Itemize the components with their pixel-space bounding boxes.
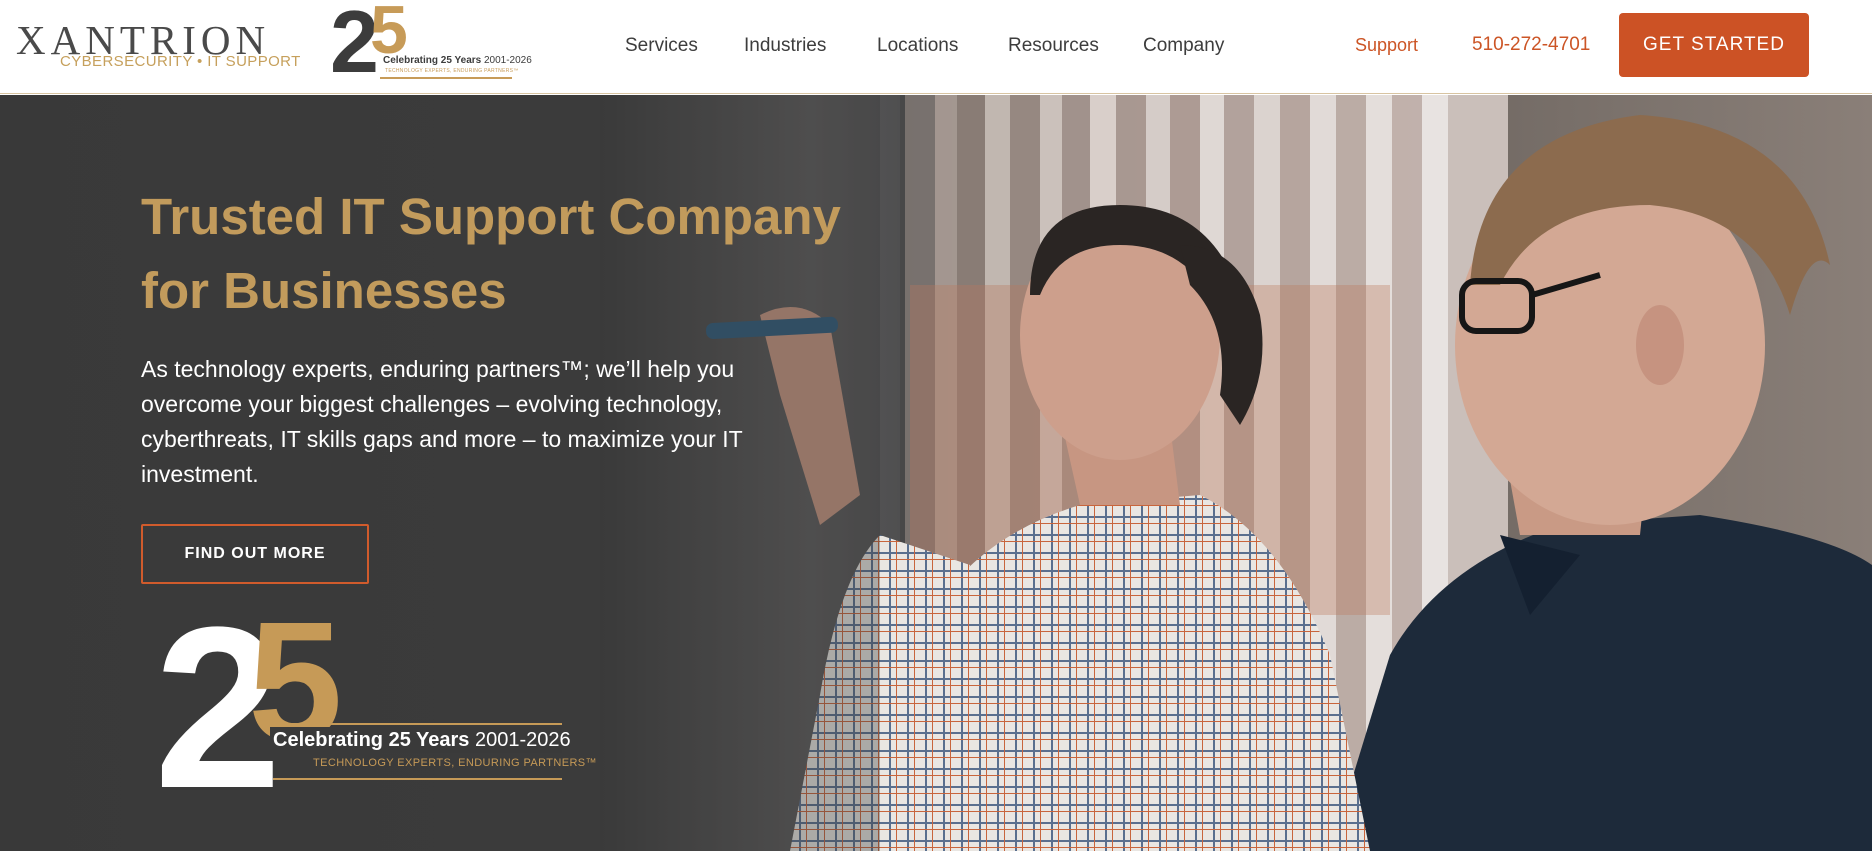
- find-out-more-button[interactable]: FIND OUT MORE: [141, 524, 369, 584]
- nav-company[interactable]: Company: [1143, 34, 1224, 58]
- anniversary-celebrating-text: Celebrating 25 Years 2001-2026: [381, 55, 532, 66]
- anniversary-rule-top: [273, 723, 562, 725]
- hero-section: Trusted IT Support Company for Businesse…: [0, 95, 1872, 851]
- anniversary-celebrating: Celebrating 25 Years: [383, 55, 482, 66]
- nav-industries[interactable]: Industries: [744, 34, 826, 58]
- anniversary-years: 2001-2026: [483, 55, 532, 66]
- site-header: XANTRION CYBERSECURITY • IT SUPPORT 2 5 …: [0, 0, 1872, 94]
- brand-tagline: CYBERSECURITY • IT SUPPORT: [60, 53, 301, 70]
- xantrion-logo[interactable]: XANTRION CYBERSECURITY • IT SUPPORT: [16, 18, 300, 74]
- hero-description: As technology experts, enduring partners…: [141, 356, 743, 487]
- anniversary-rule: [380, 77, 512, 79]
- support-link[interactable]: Support: [1355, 33, 1418, 57]
- anniversary-logo-large: 2 5 Celebrating 25 Years 2001-2026 TECHN…: [154, 593, 597, 823]
- nav-locations[interactable]: Locations: [877, 34, 958, 58]
- anniversary-tagline: TECHNOLOGY EXPERTS, ENDURING PARTNERS™: [385, 68, 519, 74]
- anniversary-rule-bottom: [273, 778, 562, 780]
- anniversary-celebrating: Celebrating 25 Years: [273, 729, 470, 751]
- hero-title: Trusted IT Support Company for Businesse…: [141, 188, 841, 319]
- anniversary-logo-small: 2 5 Celebrating 25 Years 2001-2026 TECHN…: [330, 0, 532, 86]
- anniversary-tagline: TECHNOLOGY EXPERTS, ENDURING PARTNERS™: [313, 757, 597, 769]
- nav-services[interactable]: Services: [625, 34, 698, 58]
- get-started-button[interactable]: GET STARTED: [1619, 13, 1809, 77]
- phone-link[interactable]: 510-272-4701: [1472, 33, 1590, 57]
- anniversary-celebrating-text: Celebrating 25 Years 2001-2026: [270, 727, 571, 753]
- nav-resources[interactable]: Resources: [1008, 34, 1099, 58]
- anniversary-years: 2001-2026: [474, 729, 571, 751]
